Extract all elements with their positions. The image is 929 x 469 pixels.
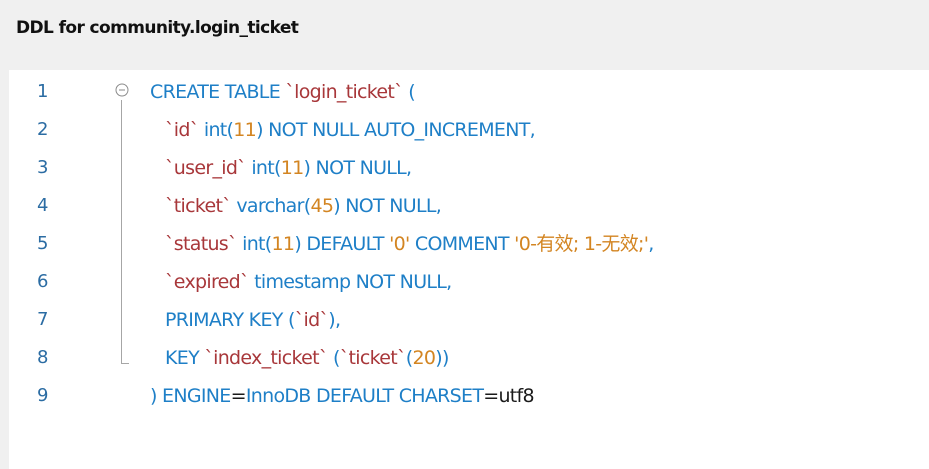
line-number: 6	[37, 271, 49, 292]
code-token-id: `user_id`	[165, 157, 247, 179]
code-token-kw: ) NOT NULL,	[303, 157, 413, 179]
code-line: 1 CREATE TABLE `login_ticket` (	[9, 73, 929, 111]
code-line: 8 KEY `index_ticket` (`ticket`(20))	[9, 339, 929, 377]
code-token-id: `id`	[294, 309, 329, 331]
code-token-id: `ticket`	[339, 347, 407, 369]
ddl-window: DDL for community.login_ticket 1 CREATE …	[0, 0, 929, 469]
code-line: 5 `status` int(11) DEFAULT '0' COMMENT '…	[9, 225, 929, 263]
code-token-num: 11	[280, 157, 304, 179]
code-text: `id` int(11) NOT NULL AUTO_INCREMENT,	[165, 119, 536, 141]
code-text: KEY `index_ticket` (`ticket`(20))	[165, 347, 449, 369]
code-token-plain: =	[230, 385, 247, 407]
code-line: 4 `ticket` varchar(45) NOT NULL,	[9, 187, 929, 225]
code-token-num: 11	[233, 119, 257, 141]
code-text: `ticket` varchar(45) NOT NULL,	[165, 195, 442, 217]
code-token-kw: ,	[648, 233, 654, 255]
code-token-kw: varchar(	[231, 195, 311, 217]
code-token-id: `login_ticket`	[285, 81, 403, 103]
code-token-kw: ),	[328, 309, 341, 331]
line-number: 9	[37, 385, 49, 406]
code-line: 2 `id` int(11) NOT NULL AUTO_INCREMENT,	[9, 111, 929, 149]
line-number: 8	[37, 347, 49, 368]
line-number: 1	[37, 81, 49, 102]
code-token-kw: int(	[245, 157, 281, 179]
code-token-kw: (	[327, 347, 340, 369]
code-token-plain: =utf8	[483, 385, 534, 407]
code-token-id: `status`	[165, 233, 237, 255]
code-text: `expired` timestamp NOT NULL,	[165, 271, 452, 293]
code-token-num: 11	[271, 233, 295, 255]
code-text: `status` int(11) DEFAULT '0' COMMENT '0-…	[165, 233, 654, 255]
code-editor[interactable]: 1 CREATE TABLE `login_ticket` ( 2 `id` i…	[9, 70, 929, 469]
code-text: PRIMARY KEY (`id`),	[165, 309, 341, 331]
ddl-header: DDL for community.login_ticket	[0, 0, 929, 62]
code-token-kw: KEY	[165, 347, 205, 369]
code-token-id: `expired`	[165, 271, 249, 293]
line-number: 2	[37, 119, 49, 140]
code-token-id: `index_ticket`	[204, 347, 328, 369]
code-line: 7 PRIMARY KEY (`id`),	[9, 301, 929, 339]
code-text: ) ENGINE=InnoDB DEFAULT CHARSET=utf8	[150, 385, 535, 407]
line-number: 3	[37, 157, 49, 178]
code-token-kw: ) DEFAULT	[294, 233, 390, 255]
line-number: 4	[37, 195, 49, 216]
code-token-kw: ) NOT NULL,	[333, 195, 442, 217]
code-line: 6 `expired` timestamp NOT NULL,	[9, 263, 929, 301]
code-token-id: `id`	[165, 119, 199, 141]
code-token-id: `ticket`	[165, 195, 232, 217]
code-token-num: 20	[412, 347, 436, 369]
line-number: 7	[37, 309, 49, 330]
code-token-str: '0-有效; 1-无效;'	[514, 233, 649, 255]
code-token-kw: ) ENGINE	[150, 385, 231, 407]
code-token-str: '0'	[389, 233, 410, 255]
code-token-kw: ) NOT NULL AUTO_INCREMENT,	[256, 119, 536, 141]
code-text: CREATE TABLE `login_ticket` (	[150, 81, 416, 103]
ddl-title: DDL for community.login_ticket	[16, 18, 299, 38]
line-number: 5	[37, 233, 49, 254]
code-token-kw: CREATE TABLE	[150, 81, 286, 103]
code-token-kw: (	[402, 81, 416, 103]
code-token-kw: InnoDB DEFAULT CHARSET	[245, 385, 484, 407]
code-token-num: 45	[310, 195, 334, 217]
code-line: 9 ) ENGINE=InnoDB DEFAULT CHARSET=utf8	[9, 377, 929, 415]
code-token-kw: COMMENT	[409, 233, 515, 255]
code-token-kw: int(	[198, 119, 234, 141]
code-token-kw: ))	[435, 347, 449, 369]
code-line: 3 `user_id` int(11) NOT NULL,	[9, 149, 929, 187]
code-text: `user_id` int(11) NOT NULL,	[165, 157, 413, 179]
code-token-kw: PRIMARY KEY (	[165, 309, 295, 331]
code-token-kw: timestamp NOT NULL,	[248, 271, 452, 293]
code-token-kw: int(	[236, 233, 272, 255]
